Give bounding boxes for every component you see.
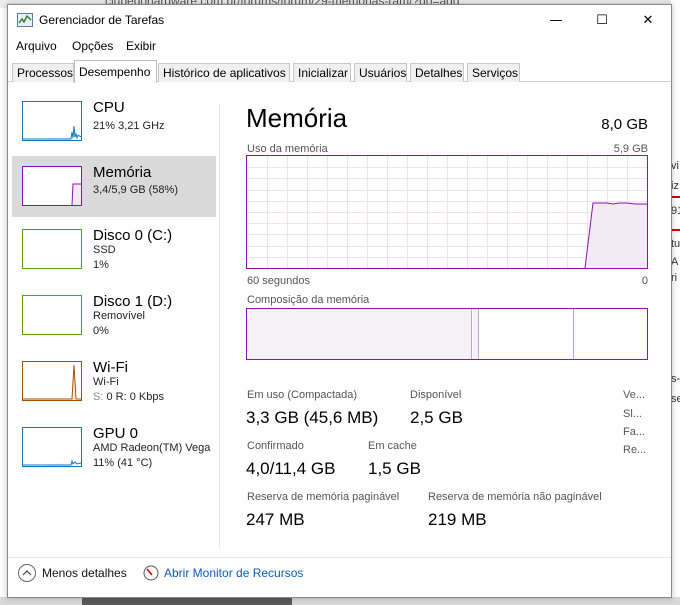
task-manager-window: Gerenciador de Tarefas — ☐ ✕ Arquivo Opç…: [7, 4, 672, 598]
disk0-thumbnail-graph: [22, 229, 82, 269]
tab-servicos[interactable]: Serviços: [467, 63, 520, 82]
window-title: Gerenciador de Tarefas: [39, 13, 165, 27]
tab-historico[interactable]: Histórico de aplicativos: [158, 63, 290, 82]
sidebar-item-detail: 1%: [93, 259, 109, 271]
composition-standby: [480, 309, 574, 359]
sidebar-item-label: CPU: [93, 99, 125, 116]
sidebar-item-detail: Removível: [93, 310, 145, 322]
composition-in-use: [247, 309, 472, 359]
menu-arquivo[interactable]: Arquivo: [16, 39, 57, 53]
background-text: s-: [671, 373, 680, 385]
page-title: Memória: [246, 103, 348, 133]
background-taskbar-item: [82, 597, 292, 605]
background-text: vi: [671, 160, 679, 172]
open-resource-monitor-link[interactable]: Abrir Monitor de Recursos: [164, 566, 303, 580]
background-taskbar: [0, 597, 680, 605]
sidebar-item-cpu[interactable]: CPU 21% 3,21 GHz: [12, 91, 216, 153]
sidebar-item-wifi[interactable]: Wi-Fi Wi-Fi S: 0 R: 0 Kbps: [12, 351, 216, 413]
tab-usuarios[interactable]: Usuários: [354, 63, 407, 82]
close-button[interactable]: ✕: [625, 5, 671, 35]
sidebar-item-detail: S: 0 R: 0 Kbps: [93, 391, 164, 403]
background-red-mark: [671, 196, 680, 198]
speed-label: Ve...: [623, 389, 646, 401]
footer: Menos detalhes Abrir Monitor de Recursos: [8, 557, 671, 597]
title-bar[interactable]: Gerenciador de Tarefas — ☐ ✕: [8, 5, 671, 35]
memory-composition-bar: [246, 308, 648, 360]
menu-exibir[interactable]: Exibir: [126, 39, 156, 53]
sidebar-item-label: Memória: [93, 164, 152, 181]
tab-bar: Processos Desempenho Histórico de aplica…: [8, 60, 671, 83]
slots-label: Sl...: [623, 408, 642, 420]
paged-pool-label: Reserva de memória paginável: [247, 491, 400, 503]
available-label: Disponível: [410, 389, 462, 401]
background-text: 91: [671, 205, 680, 217]
background-text: tu: [671, 238, 680, 250]
chevron-up-icon[interactable]: [18, 564, 36, 582]
wifi-send-label: S:: [93, 391, 104, 403]
tab-processos[interactable]: Processos: [12, 63, 74, 82]
background-red-mark: [671, 229, 680, 231]
sidebar-item-detail: 0%: [93, 325, 109, 337]
menu-opcoes[interactable]: Opções: [72, 39, 113, 53]
memory-thumbnail-graph: [22, 166, 82, 206]
composition-label: Composição da memória: [247, 294, 370, 306]
sidebar-item-memoria[interactable]: Memória 3,4/5,9 GB (58%): [12, 156, 216, 217]
tab-inicializar[interactable]: Inicializar: [293, 63, 351, 82]
in-use-label: Em uso (Compactada): [247, 389, 358, 401]
background-text: iz: [671, 180, 679, 192]
maximize-button[interactable]: ☐: [579, 5, 625, 35]
sidebar-item-disco-0[interactable]: Disco 0 (C:) SSD 1%: [12, 219, 216, 281]
cached-label: Em cache: [368, 440, 417, 452]
sidebar-item-detail: 3,4/5,9 GB (58%): [93, 184, 178, 196]
usage-graph-label: Uso da memória: [247, 143, 328, 155]
sidebar-item-detail: Wi-Fi: [93, 376, 119, 388]
performance-content: CPU 21% 3,21 GHz Memória 3,4/5,9 GB (58%…: [8, 83, 671, 553]
tab-detalhes[interactable]: Detalhes: [410, 63, 464, 82]
memory-total: 8,0 GB: [601, 116, 648, 133]
sidebar-item-gpu[interactable]: GPU 0 AMD Radeon(TM) Vega 11% (41 °C): [12, 417, 216, 479]
cpu-thumbnail-graph: [22, 101, 82, 141]
graph-axis-right: 0: [641, 275, 648, 287]
wifi-rates: 0 R: 0 Kbps: [106, 391, 164, 403]
sidebar-item-detail: 11% (41 °C): [93, 457, 153, 469]
graph-axis-left: 60 segundos: [247, 275, 310, 287]
cached-value: 1,5 GB: [368, 459, 421, 478]
sidebar-item-detail: AMD Radeon(TM) Vega: [93, 442, 211, 454]
available-value: 2,5 GB: [410, 408, 463, 427]
resource-monitor-icon[interactable]: [143, 565, 159, 581]
form-factor-label: Fa...: [623, 426, 646, 438]
minimize-button[interactable]: —: [533, 5, 579, 35]
background-text: A: [671, 256, 679, 268]
committed-value: 4,0/11,4 GB: [246, 459, 336, 478]
sidebar-item-detail: SSD: [93, 244, 116, 256]
in-use-value: 3,3 GB (45,6 MB): [246, 408, 379, 427]
background-page-edge: vi iz 91 tu A ri s- se: [671, 0, 680, 605]
committed-label: Confirmado: [247, 440, 304, 452]
sidebar-item-label: GPU 0: [93, 425, 139, 442]
reserved-label: Re...: [623, 444, 647, 456]
gpu-thumbnail-graph: [22, 427, 82, 467]
wifi-thumbnail-graph: [22, 361, 82, 401]
less-details-link[interactable]: Menos detalhes: [42, 566, 127, 580]
sidebar-item-disco-1[interactable]: Disco 1 (D:) Removível 0%: [12, 285, 216, 347]
usage-graph-max: 5,9 GB: [613, 143, 648, 155]
composition-modified: [473, 309, 479, 359]
paged-pool-value: 247 MB: [246, 510, 305, 529]
task-manager-icon: [17, 13, 33, 27]
tab-desempenho[interactable]: Desempenho: [74, 60, 157, 83]
nonpaged-pool-value: 219 MB: [428, 510, 487, 529]
disk1-thumbnail-graph: [22, 295, 82, 335]
memory-usage-graph: [246, 155, 648, 269]
sidebar-item-label: Wi-Fi: [93, 359, 128, 376]
sidebar-divider: [219, 103, 220, 548]
background-text: se: [671, 393, 680, 405]
sidebar-item-label: Disco 1 (D:): [93, 293, 173, 310]
sidebar-item-label: Disco 0 (C:): [93, 227, 173, 244]
sidebar-item-detail: 21% 3,21 GHz: [93, 120, 165, 132]
nonpaged-pool-label: Reserva de memória não paginável: [428, 491, 602, 503]
